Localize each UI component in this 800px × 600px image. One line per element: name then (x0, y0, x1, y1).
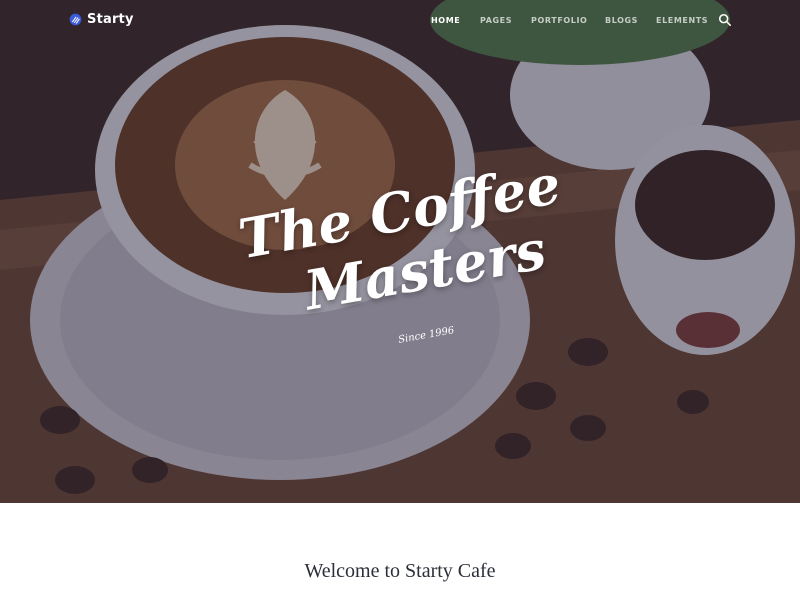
welcome-heading: Welcome to Starty Cafe (304, 560, 496, 582)
nav-item-blogs[interactable]: BLOGS (605, 16, 638, 25)
main-nav: HOME PAGES PORTFOLIO BLOGS ELEMENTS (0, 16, 800, 30)
nav-item-pages[interactable]: PAGES (480, 16, 512, 25)
nav-item-home[interactable]: HOME (431, 16, 460, 25)
search-icon[interactable] (718, 13, 732, 27)
hero-section: Starty HOME PAGES PORTFOLIO BLOGS ELEMEN… (0, 0, 800, 503)
nav-item-portfolio[interactable]: PORTFOLIO (531, 16, 587, 25)
navbar: Starty HOME PAGES PORTFOLIO BLOGS ELEMEN… (0, 0, 800, 42)
page: Starty HOME PAGES PORTFOLIO BLOGS ELEMEN… (0, 0, 800, 600)
nav-item-elements[interactable]: ELEMENTS (656, 16, 708, 25)
